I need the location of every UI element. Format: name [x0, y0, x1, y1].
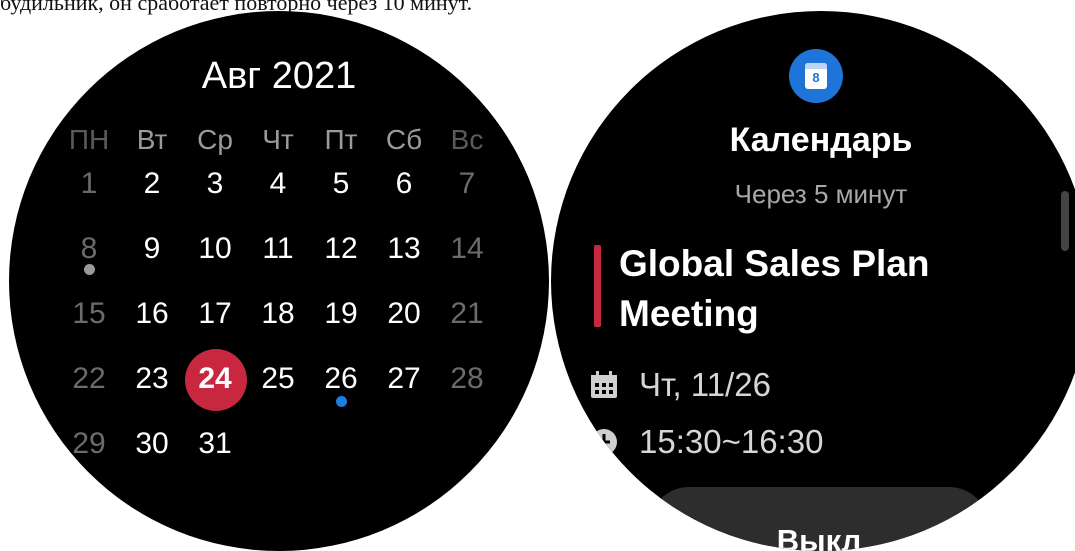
off-button-label: Выкл: [776, 523, 862, 551]
day-cell[interactable]: 27: [374, 362, 434, 396]
weekday-label: Пт: [324, 124, 358, 155]
calendar-icon: [591, 371, 617, 398]
off-button[interactable]: Выкл: [649, 487, 989, 551]
day-cell[interactable]: 8: [59, 232, 119, 266]
day-cell[interactable]: 23: [122, 362, 182, 396]
day-cell[interactable]: 12: [311, 232, 371, 266]
calendar-watch-face: Авг 2021 ПН Вт Ср Чт Пт Сб Вс 1 2 3 4 5 …: [9, 11, 549, 551]
day-cell[interactable]: 19: [311, 297, 371, 331]
weekday-label: Вт: [136, 124, 168, 155]
event-dot: [336, 396, 347, 407]
event-dot: [84, 264, 95, 275]
event-date: Чт, 11/26: [639, 366, 771, 403]
day-cell-selected[interactable]: 24: [185, 362, 245, 396]
scroll-indicator[interactable]: [1061, 191, 1069, 251]
day-cell[interactable]: 26: [311, 362, 371, 396]
weekday-label: Вс: [450, 124, 484, 155]
day-cell[interactable]: 31: [185, 427, 245, 461]
event-title[interactable]: Global Sales Plan Meeting: [619, 239, 1075, 339]
event-color-bar: [594, 245, 601, 327]
calendar-icon-number: 8: [812, 70, 820, 85]
day-cell[interactable]: 2: [122, 167, 182, 201]
day-cell[interactable]: 9: [122, 232, 182, 266]
day-cell[interactable]: 29: [59, 427, 119, 461]
weekday-label: ПН: [68, 124, 110, 155]
calendar-grid: ПН Вт Ср Чт Пт Сб Вс 1 2 3 4 5 6 7 8 9 1…: [9, 11, 549, 551]
day-cell[interactable]: 11: [248, 232, 308, 266]
day-cell[interactable]: 25: [248, 362, 308, 396]
weekday-label: Сб: [385, 124, 423, 155]
day-cell[interactable]: 20: [374, 297, 434, 331]
day-cell[interactable]: 21: [437, 297, 497, 331]
calendar-app-icon: 8: [789, 49, 843, 103]
day-cell[interactable]: 5: [311, 167, 371, 201]
day-cell[interactable]: 18: [248, 297, 308, 331]
app-name: Календарь: [729, 121, 913, 159]
event-watch-face: 8 Календарь Через 5 минут Global Sales P…: [551, 11, 1075, 551]
day-cell[interactable]: 13: [374, 232, 434, 266]
day-cell[interactable]: 28: [437, 362, 497, 396]
weekday-label: Ср: [197, 124, 233, 155]
day-cell[interactable]: 17: [185, 297, 245, 331]
day-cell[interactable]: 15: [59, 297, 119, 331]
calendar-page-icon: 8: [805, 63, 827, 89]
clock-icon: [591, 429, 617, 455]
day-cell[interactable]: 10: [185, 232, 245, 266]
day-cell[interactable]: 30: [122, 427, 182, 461]
day-cell[interactable]: 4: [248, 167, 308, 201]
time-until-label: Через 5 минут: [734, 179, 908, 209]
event-time: 15:30~16:30: [639, 423, 824, 460]
day-cell[interactable]: 14: [437, 232, 497, 266]
day-cell[interactable]: 22: [59, 362, 119, 396]
day-cell[interactable]: 7: [437, 167, 497, 201]
day-cell[interactable]: 3: [185, 167, 245, 201]
day-cell[interactable]: 1: [59, 167, 119, 201]
weekday-label: Чт: [262, 124, 294, 155]
day-cell[interactable]: 6: [374, 167, 434, 201]
day-cell[interactable]: 16: [122, 297, 182, 331]
